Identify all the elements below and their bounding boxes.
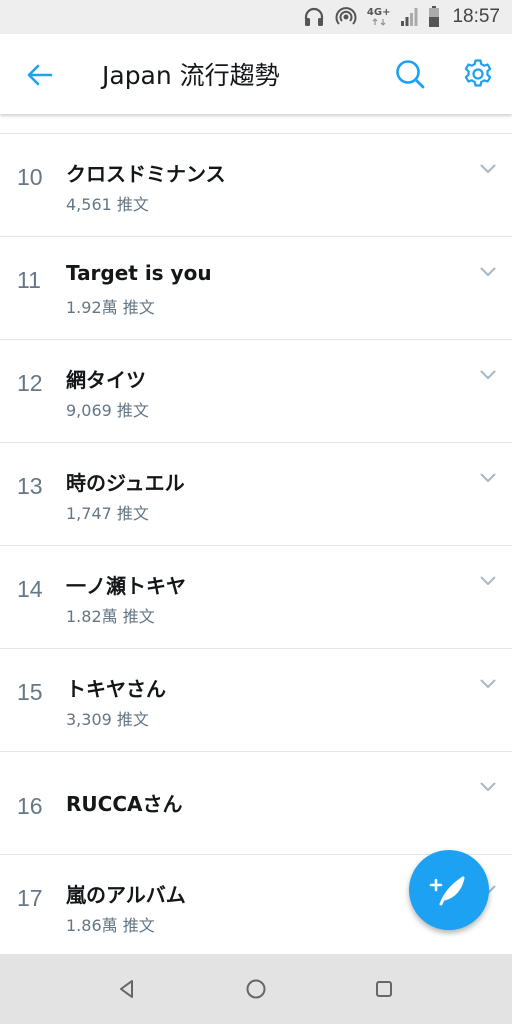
signal-icon [400,7,418,27]
trend-tweet-count: 1,747 推文 [66,504,149,523]
trend-row[interactable]: 13 時のジュエル 1,747 推文 [0,443,512,546]
trend-tweet-count: 1.92萬 推文 [66,298,155,317]
trend-row[interactable]: 12 網タイツ 9,069 推文 [0,340,512,443]
gear-icon [464,59,492,87]
chevron-down-icon[interactable] [478,780,498,794]
search-button[interactable] [390,54,430,94]
status-time: 18:57 [452,6,500,27]
trend-name: トキヤさん [66,677,166,701]
chevron-down-icon[interactable] [478,162,498,176]
trend-name: Target is you [66,261,212,285]
nav-home-button[interactable] [241,974,271,1004]
hotspot-icon [335,6,357,28]
trend-row[interactable]: 16 RUCCAさん [0,752,512,855]
status-bar: 4G+ 18:57 [0,0,512,34]
compose-tweet-button[interactable] [409,850,489,930]
nav-back-button[interactable] [112,974,142,1004]
trend-name: 網タイツ [66,368,146,392]
trend-name: 時のジュエル [66,471,185,495]
trend-rank: 14 [17,576,43,602]
trend-name: 嵐のアルバム [66,883,186,907]
search-icon [396,60,425,89]
trend-row[interactable]: 14 一ノ瀬トキヤ 1.82萬 推文 [0,546,512,649]
trend-rank: 16 [17,793,43,819]
home-circle-icon [246,979,266,999]
trend-rank: 15 [17,679,43,705]
trend-tweet-count: 9,069 推文 [66,401,149,420]
system-nav-bar [0,954,512,1024]
headphones-icon [303,7,325,27]
trends-list[interactable]: 10 クロスドミナンス 4,561 推文 11 Target is you 1.… [0,114,512,954]
chevron-down-icon[interactable] [478,574,498,588]
trend-tweet-count: 3,309 推文 [66,710,149,729]
trend-tweet-count: 4,561 推文 [66,195,149,214]
trend-row[interactable]: 10 クロスドミナンス 4,561 推文 [0,134,512,237]
screen: 4G+ 18:57 Japan 流行趨勢 10 クロスドミナンス 4,561 推… [0,0,512,1024]
chevron-down-icon[interactable] [478,471,498,485]
trend-name: 一ノ瀬トキヤ [66,574,186,598]
network-type-icon: 4G+ [366,7,391,26]
nav-recents-button[interactable] [369,974,399,1004]
trend-row[interactable]: 15 トキヤさん 3,309 推文 [0,649,512,752]
settings-button[interactable] [458,54,498,94]
back-triangle-icon [120,980,133,998]
trend-rank: 10 [17,164,43,190]
chevron-down-icon[interactable] [478,368,498,382]
recents-square-icon [376,981,392,997]
compose-tweet-icon [429,876,465,906]
page-title: Japan 流行趨勢 [102,61,280,90]
battery-icon [428,6,440,28]
back-button[interactable] [22,58,56,92]
trend-rank: 13 [17,473,43,499]
trend-tweet-count: 1.82萬 推文 [66,607,155,626]
chevron-down-icon[interactable] [478,265,498,279]
app-bar: Japan 流行趨勢 [0,34,512,114]
trend-rank: 11 [17,267,41,293]
network-type-label: 4G+ [366,7,391,18]
chevron-down-icon[interactable] [478,677,498,691]
back-arrow-icon [27,64,53,86]
trend-rank: 12 [17,370,43,396]
trend-tweet-count: 1.86萬 推文 [66,916,155,935]
trend-name: クロスドミナンス [66,162,226,186]
trend-row[interactable]: 11 Target is you 1.92萬 推文 [0,237,512,340]
trend-rank: 17 [17,885,43,911]
trend-name: RUCCAさん [66,792,183,816]
